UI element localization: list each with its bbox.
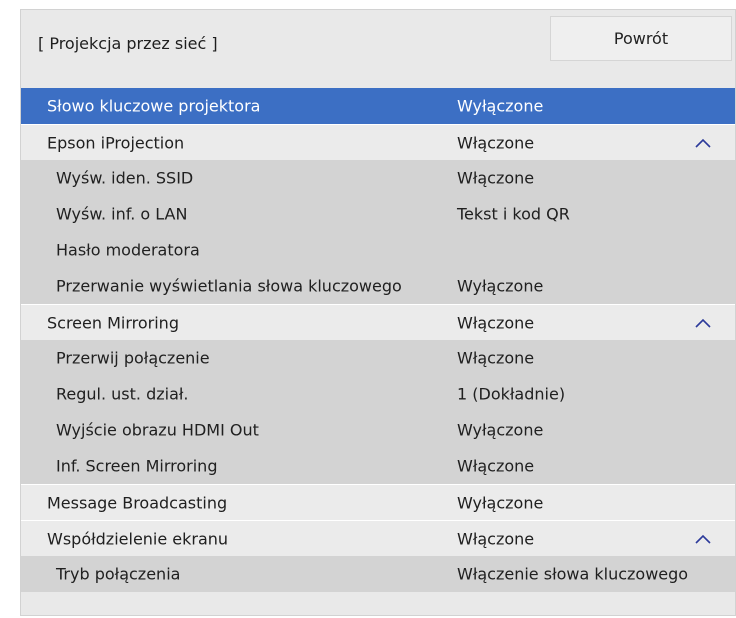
menu-row-value: Włączone (457, 168, 535, 188)
menu-row-label: Wyśw. inf. o LAN (56, 204, 188, 224)
menu-row[interactable]: Przerwij połączenie Włączone (21, 340, 735, 376)
menu-row[interactable]: Inf. Screen Mirroring Włączone (21, 448, 735, 484)
menu-row-label: Wyśw. iden. SSID (56, 168, 194, 188)
menu-row-value: Włączone (457, 529, 535, 548)
menu-row-label: Message Broadcasting (47, 493, 228, 512)
menu-row-value: Wyłączone (457, 493, 544, 512)
chevron-up-icon[interactable] (695, 138, 711, 148)
menu-row[interactable]: Tryb połączenia Włączenie słowa kluczoweg… (21, 556, 735, 592)
menu-row[interactable]: Przerwanie wyświetlania słowa kluczowego… (21, 268, 735, 304)
menu-row-value: Włączone (457, 348, 535, 368)
menu-row[interactable]: Hasło moderatora (21, 232, 735, 268)
menu-row[interactable]: Wyjście obrazu HDMI Out Wyłączone (21, 412, 735, 448)
menu-row-label: Inf. Screen Mirroring (56, 456, 218, 476)
menu-row[interactable]: Epson iProjection Włączone (21, 124, 735, 160)
menu-row[interactable]: Regul. ust. dział. 1 (Dokładnie) (21, 376, 735, 412)
list-footer (21, 604, 735, 615)
back-button[interactable]: Powrót (550, 16, 732, 61)
menu-row-value: Włączenie słowa kluczowego (457, 564, 689, 584)
menu-row-value: Wyłączone (457, 96, 544, 116)
chevron-up-icon[interactable] (695, 534, 711, 544)
menu-row-value: Wyłączone (457, 420, 544, 440)
menu-row[interactable]: Słowo kluczowe projektora Wyłączone (21, 88, 735, 124)
menu-row-label: Przerwanie wyświetlania słowa kluczowego (56, 276, 402, 296)
menu-row-label: Screen Mirroring (47, 313, 179, 332)
page-title: [ Projekcja przez sieć ] (38, 34, 218, 53)
menu-row-label: Wyjście obrazu HDMI Out (56, 420, 259, 440)
menu-row[interactable]: Wyśw. iden. SSID Włączone (21, 160, 735, 196)
menu-row-label: Hasło moderatora (56, 240, 200, 260)
menu-row-value: Włączone (457, 133, 535, 152)
menu-row-value: Tekst i kod QR (457, 204, 570, 224)
menu-row-value: Wyłączone (457, 276, 544, 296)
menu-row-value: Włączone (457, 456, 535, 476)
menu-row[interactable]: Message Broadcasting Wyłączone (21, 484, 735, 520)
menu-row[interactable]: Wyśw. inf. o LAN Tekst i kod QR (21, 196, 735, 232)
network-projection-menu: [ Projekcja przez sieć ] Powrót Słowo kl… (20, 9, 736, 616)
menu-row-label: Współdzielenie ekranu (47, 529, 229, 548)
menu-row-label: Epson iProjection (47, 133, 185, 152)
menu-row-label: Regul. ust. dział. (56, 384, 189, 404)
menu-header: [ Projekcja przez sieć ] Powrót (21, 10, 735, 88)
menu-row[interactable]: Screen Mirroring Włączone (21, 304, 735, 340)
chevron-up-icon[interactable] (695, 318, 711, 328)
menu-row-label: Tryb połączenia (56, 564, 181, 584)
menu-row-value: 1 (Dokładnie) (457, 384, 566, 404)
menu-row-value: Włączone (457, 313, 535, 332)
menu-row-label: Słowo kluczowe projektora (47, 96, 261, 116)
menu-row[interactable]: Współdzielenie ekranu Włączone (21, 520, 735, 556)
menu-row-label: Przerwij połączenie (56, 348, 210, 368)
